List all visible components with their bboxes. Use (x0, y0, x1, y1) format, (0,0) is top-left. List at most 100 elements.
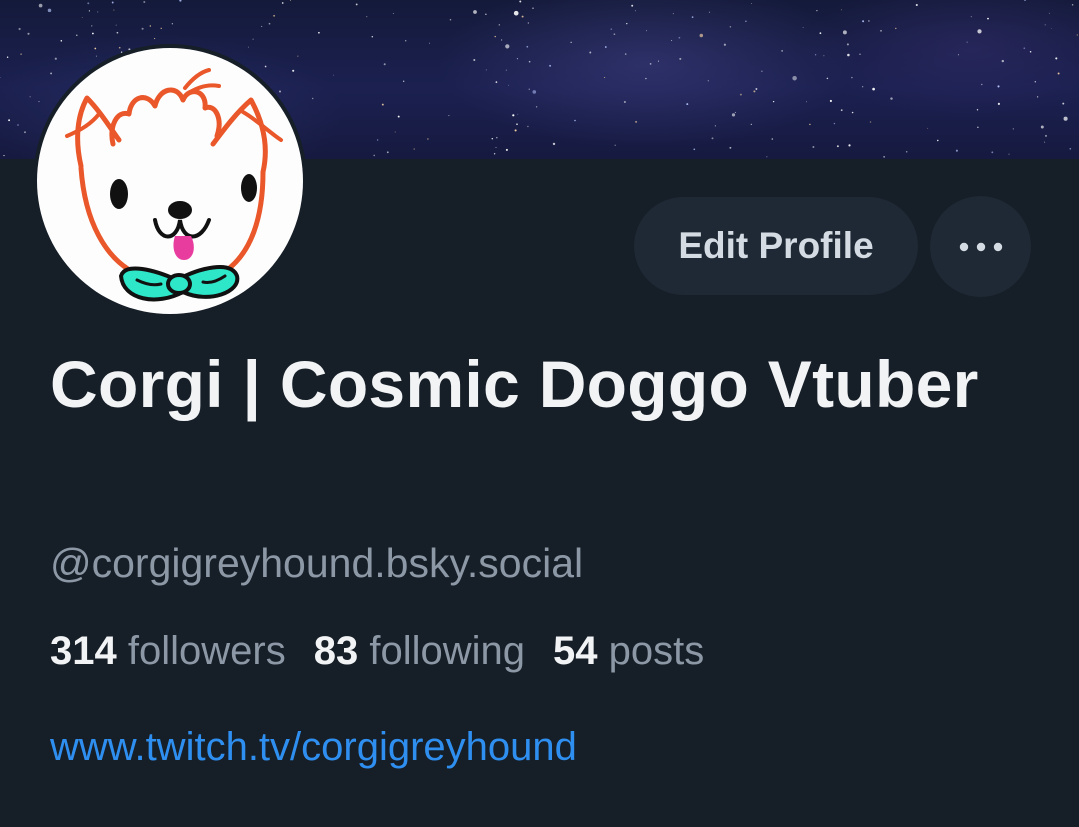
star (333, 74, 335, 76)
star (570, 41, 572, 43)
star (252, 38, 254, 40)
star (532, 90, 537, 94)
star (141, 27, 144, 30)
posts-stat: 54 posts (553, 624, 704, 678)
star (1040, 125, 1044, 129)
star (1008, 153, 1010, 155)
star (516, 123, 518, 126)
star (289, 0, 292, 1)
star (708, 11, 710, 13)
star (261, 25, 263, 27)
star (862, 20, 865, 23)
star (60, 40, 63, 42)
more-options-button[interactable] (930, 196, 1031, 297)
posts-count: 54 (553, 629, 598, 673)
star (626, 23, 628, 25)
star (516, 58, 518, 60)
star (405, 40, 407, 42)
star (802, 27, 804, 28)
star (745, 20, 747, 22)
star (991, 151, 994, 154)
star (494, 35, 496, 38)
star (371, 36, 374, 38)
star (846, 43, 849, 46)
star (1057, 72, 1060, 75)
star (649, 63, 652, 65)
star (859, 53, 861, 55)
star (842, 30, 847, 35)
star (18, 27, 21, 31)
edit-profile-button[interactable]: Edit Profile (634, 197, 918, 295)
edit-profile-label: Edit Profile (678, 225, 874, 266)
corgi-drawing-icon (65, 68, 283, 302)
star (1036, 96, 1039, 98)
star (880, 29, 882, 32)
star (739, 93, 742, 96)
star (549, 64, 552, 67)
star (1051, 27, 1053, 29)
star (814, 54, 817, 56)
star (809, 123, 811, 126)
star (160, 27, 162, 29)
star (527, 22, 529, 24)
star (143, 0, 146, 4)
star (485, 13, 487, 15)
star (473, 58, 476, 62)
star (781, 50, 783, 52)
profile-stats: 314 followers 83 following 54 posts (50, 624, 732, 678)
followers-stat[interactable]: 314 followers (50, 624, 286, 678)
star (512, 114, 515, 117)
star (987, 17, 989, 20)
star (672, 13, 674, 15)
star (111, 1, 114, 4)
star (613, 33, 616, 36)
star (273, 14, 276, 17)
star (81, 16, 83, 18)
star (812, 146, 815, 148)
star (646, 30, 648, 32)
star (498, 24, 500, 26)
star (634, 10, 636, 12)
star (937, 139, 939, 142)
star (868, 20, 870, 22)
profile-website-link[interactable]: www.twitch.tv/corgigreyhound (50, 720, 577, 774)
star (386, 151, 389, 154)
star (505, 69, 507, 71)
star (485, 69, 487, 71)
star (355, 3, 358, 6)
star (514, 129, 517, 132)
star (631, 4, 634, 7)
star (1063, 116, 1068, 121)
following-stat[interactable]: 83 following (314, 624, 525, 678)
star (905, 150, 908, 153)
star (115, 24, 117, 26)
star (427, 138, 429, 140)
star (373, 154, 376, 157)
star (686, 103, 689, 106)
star (429, 42, 430, 44)
star (833, 122, 836, 125)
star (761, 70, 763, 72)
star (771, 138, 774, 140)
star (377, 139, 379, 141)
avatar[interactable] (33, 44, 307, 318)
star (29, 96, 31, 98)
star (699, 33, 704, 38)
star (47, 8, 52, 13)
star (508, 84, 510, 86)
star (957, 54, 960, 56)
star (766, 156, 768, 158)
posts-label: posts (608, 629, 705, 673)
star (366, 16, 368, 18)
star (505, 44, 510, 49)
star (623, 100, 626, 104)
star (513, 10, 519, 16)
star (753, 90, 756, 93)
star (816, 10, 818, 12)
following-count: 83 (313, 629, 359, 673)
star (981, 83, 983, 86)
star (493, 153, 496, 155)
star (495, 81, 498, 83)
star (679, 57, 682, 60)
star (381, 103, 384, 106)
